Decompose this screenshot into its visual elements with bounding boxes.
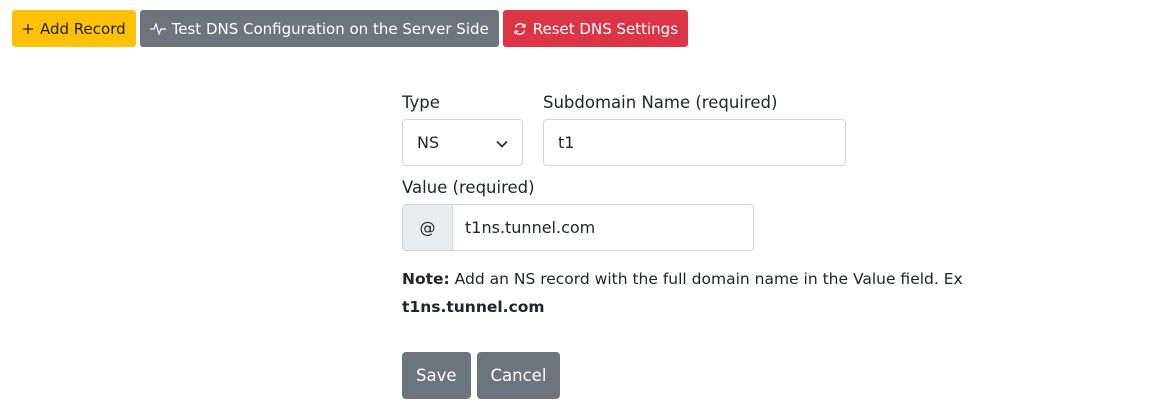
- test-dns-label: Test DNS Configuration on the Server Sid…: [171, 19, 489, 38]
- save-button[interactable]: Save: [402, 352, 471, 399]
- add-record-button[interactable]: Add Record: [12, 10, 136, 47]
- cancel-button[interactable]: Cancel: [476, 352, 561, 399]
- plus-icon: [22, 23, 34, 35]
- type-select-value: NS: [417, 133, 440, 152]
- refresh-icon: [513, 22, 527, 36]
- form-actions: Save Cancel: [402, 352, 1102, 399]
- note-prefix: Note:: [402, 270, 450, 288]
- note-body: Add an NS record with the full domain na…: [449, 270, 963, 288]
- note-example: t1ns.tunnel.com: [402, 298, 545, 316]
- add-record-label: Add Record: [40, 19, 126, 38]
- subdomain-group: Subdomain Name (required) t1: [543, 92, 846, 166]
- pulse-icon: [149, 22, 166, 35]
- reset-dns-label: Reset DNS Settings: [532, 19, 679, 38]
- value-label: Value (required): [402, 178, 535, 197]
- note-text: Note: Add an NS record with the full dom…: [402, 265, 1082, 321]
- subdomain-label: Subdomain Name (required): [543, 93, 778, 112]
- value-group: Value (required) @ t1ns.tunnel.com: [402, 177, 1102, 251]
- type-select[interactable]: NS: [402, 119, 523, 166]
- reset-dns-button[interactable]: Reset DNS Settings: [502, 10, 689, 47]
- chevron-down-icon: [496, 133, 508, 152]
- value-input[interactable]: t1ns.tunnel.com: [453, 204, 754, 251]
- value-input-group: @ t1ns.tunnel.com: [402, 204, 754, 251]
- subdomain-input[interactable]: t1: [543, 119, 846, 166]
- type-subdomain-row: Type NS Subdomain Name (required) t1: [402, 92, 1102, 166]
- value-prefix: @: [402, 204, 453, 251]
- type-group: Type NS: [402, 92, 523, 166]
- test-dns-button[interactable]: Test DNS Configuration on the Server Sid…: [139, 10, 499, 47]
- type-label: Type: [402, 93, 440, 112]
- dns-record-form: Type NS Subdomain Name (required) t1 Val…: [402, 92, 1102, 399]
- toolbar: Add Record Test DNS Configuration on the…: [12, 10, 689, 47]
